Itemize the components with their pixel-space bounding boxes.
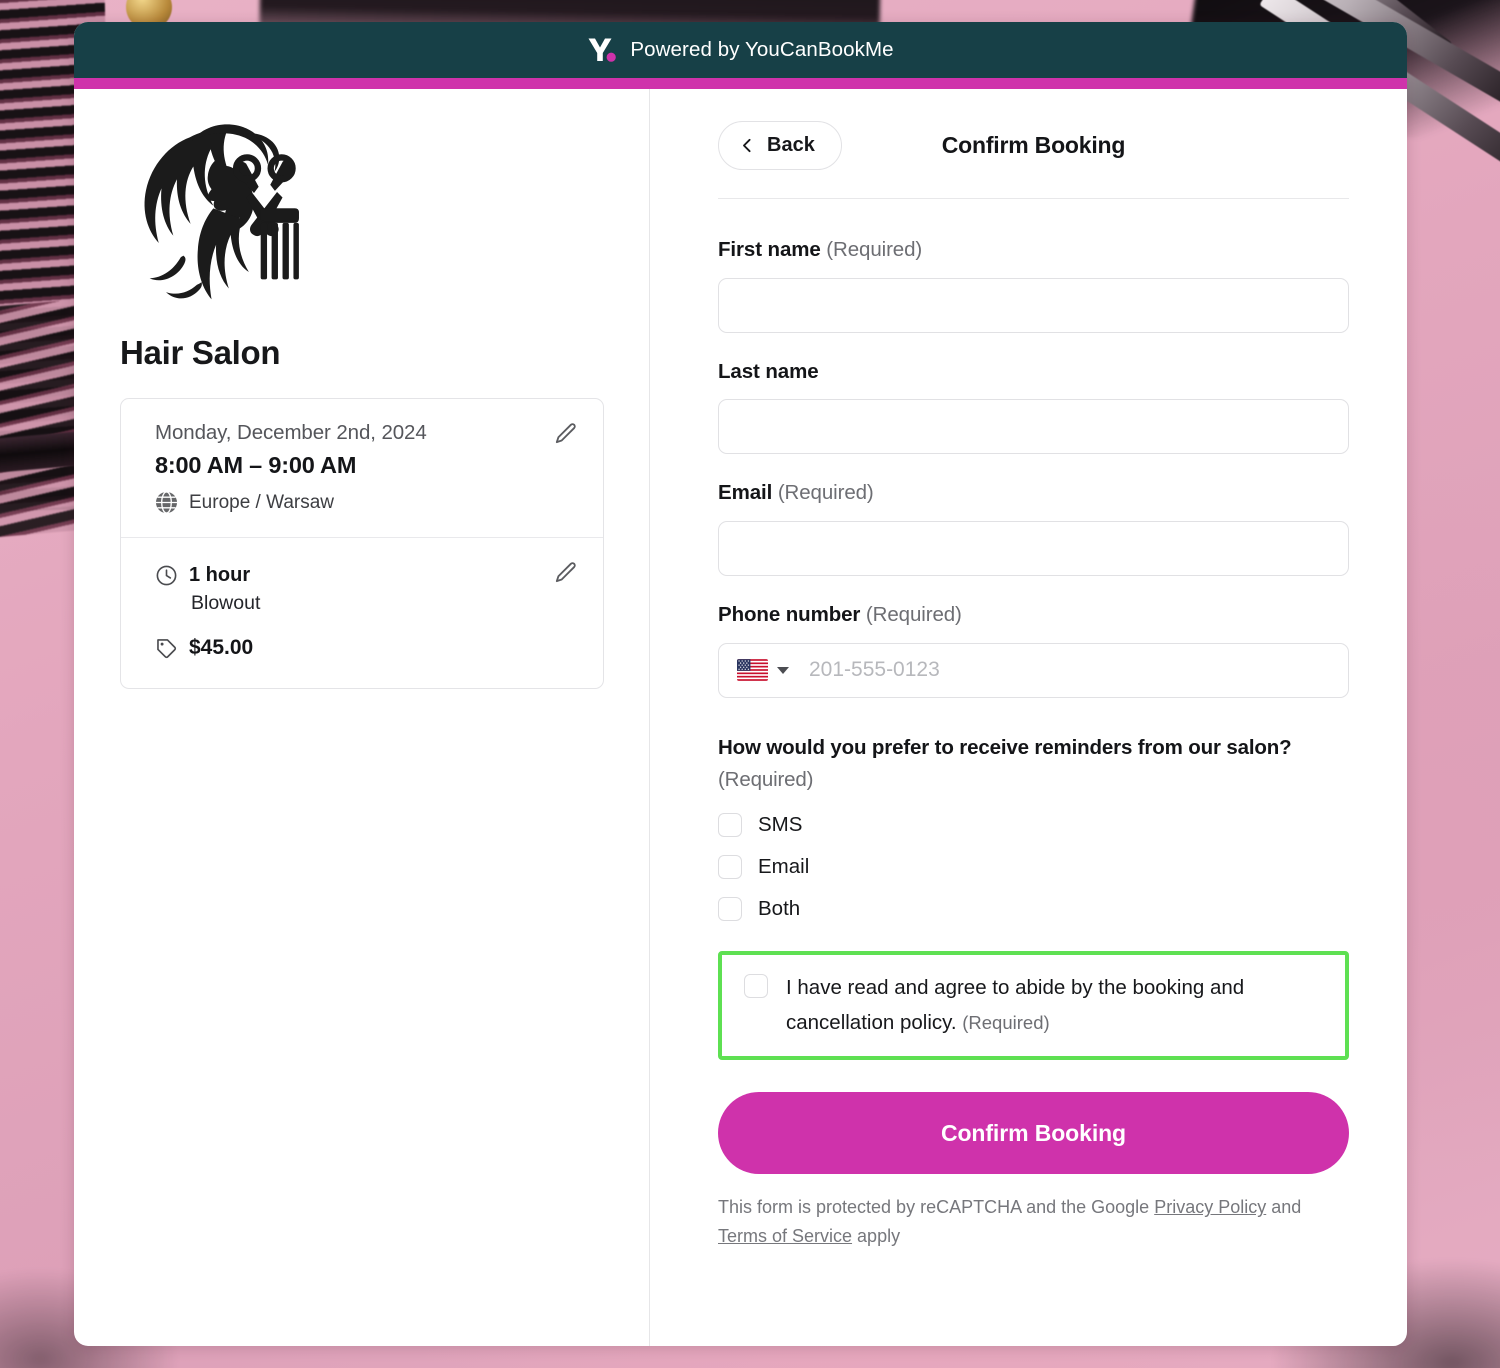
recaptcha-lead-text: This form is protected by reCAPTCHA and … bbox=[718, 1197, 1155, 1218]
pencil-icon bbox=[555, 423, 576, 444]
checkbox-policy-agreement[interactable] bbox=[744, 974, 768, 999]
booking-service-section: 1 hour Blowout $45.00 bbox=[121, 537, 603, 688]
policy-agreement-label: I have read and agree to abide by the bo… bbox=[786, 971, 1327, 1040]
checkbox-row-sms[interactable]: SMS bbox=[718, 813, 1349, 838]
tag-icon bbox=[157, 638, 177, 658]
field-first-name: First name (Required) bbox=[718, 235, 1349, 333]
checkbox-row-email[interactable]: Email bbox=[718, 855, 1349, 880]
last-name-label-text: Last name bbox=[718, 359, 819, 383]
checkbox-row-both[interactable]: Both bbox=[718, 897, 1349, 922]
booking-form-panel: Back Confirm Booking First name (Require… bbox=[650, 89, 1407, 1346]
confirm-booking-button[interactable]: Confirm Booking bbox=[718, 1092, 1349, 1175]
powered-by-header: Powered by YouCanBookMe bbox=[74, 22, 1407, 78]
booking-timezone: Europe / Warsaw bbox=[189, 491, 335, 513]
first-name-label: First name (Required) bbox=[718, 235, 1349, 265]
phone-label: Phone number (Required) bbox=[718, 600, 1349, 630]
booking-form: First name (Required) Last name Email (R… bbox=[718, 199, 1349, 1252]
us-flag-icon bbox=[737, 659, 768, 682]
booking-details-card: Monday, December 2nd, 2024 8:00 AM – 9:0… bbox=[120, 398, 604, 689]
checkbox-email[interactable] bbox=[718, 855, 742, 880]
recaptcha-notice: This form is protected by reCAPTCHA and … bbox=[718, 1193, 1343, 1251]
phone-number-input[interactable] bbox=[795, 643, 1348, 697]
phone-required: (Required) bbox=[865, 603, 962, 627]
youcanbookme-y-logo-icon bbox=[588, 38, 617, 62]
recaptcha-tail-text: apply bbox=[852, 1226, 901, 1247]
powered-by-label: Powered by YouCanBookMe bbox=[630, 38, 894, 61]
field-email: Email (Required) bbox=[718, 478, 1349, 577]
phone-input-group bbox=[718, 642, 1349, 698]
reminder-required: (Required) bbox=[718, 767, 814, 791]
booking-time-range: 8:00 AM – 9:00 AM bbox=[155, 452, 357, 478]
field-phone-number: Phone number (Required) bbox=[718, 600, 1349, 698]
accent-stripe bbox=[74, 78, 1407, 89]
chevron-left-icon bbox=[743, 138, 751, 152]
first-name-required: (Required) bbox=[826, 238, 923, 261]
checkbox-label-both: Both bbox=[758, 897, 801, 921]
email-required: (Required) bbox=[777, 481, 874, 505]
country-code-selector[interactable] bbox=[719, 644, 795, 697]
first-name-input[interactable] bbox=[718, 277, 1349, 333]
policy-required: (Required) bbox=[962, 1011, 1050, 1033]
back-label: Back bbox=[767, 133, 815, 156]
last-name-input[interactable] bbox=[718, 399, 1349, 455]
sidebar-panel: Hair Salon Monday, December 2nd, 2024 8:… bbox=[74, 89, 650, 1346]
last-name-label: Last name bbox=[718, 357, 1349, 387]
checkbox-sms[interactable] bbox=[718, 813, 742, 838]
policy-agreement-row[interactable]: I have read and agree to abide by the bo… bbox=[718, 951, 1349, 1061]
back-button[interactable]: Back bbox=[718, 120, 842, 170]
field-last-name: Last name bbox=[718, 357, 1349, 455]
reminder-preference-group: How would you prefer to receive reminder… bbox=[718, 732, 1349, 922]
booking-duration: 1 hour bbox=[189, 564, 251, 586]
email-label-text: Email bbox=[718, 481, 773, 505]
salon-name: Hair Salon bbox=[120, 334, 281, 371]
email-label: Email (Required) bbox=[718, 478, 1349, 508]
hair-salon-logo-icon bbox=[144, 124, 299, 300]
email-input[interactable] bbox=[718, 521, 1349, 577]
privacy-policy-link[interactable]: Privacy Policy bbox=[1154, 1197, 1266, 1217]
reminder-question-text: How would you prefer to receive reminder… bbox=[718, 735, 1292, 759]
globe-icon bbox=[155, 491, 178, 514]
phone-label-text: Phone number bbox=[718, 603, 861, 627]
terms-of-service-link[interactable]: Terms of Service bbox=[718, 1226, 852, 1246]
recaptcha-middle-text: and bbox=[1266, 1197, 1302, 1218]
booking-datetime-section: Monday, December 2nd, 2024 8:00 AM – 9:0… bbox=[121, 399, 603, 537]
clock-icon bbox=[156, 565, 177, 586]
booking-date: Monday, December 2nd, 2024 bbox=[155, 421, 427, 444]
edit-datetime-button[interactable] bbox=[553, 421, 581, 449]
edit-service-button[interactable] bbox=[553, 560, 581, 588]
booking-card: Powered by YouCanBookMe Hair Salon Monda… bbox=[74, 22, 1407, 1346]
booking-price: $45.00 bbox=[189, 636, 254, 659]
checkbox-label-sms: SMS bbox=[758, 813, 803, 837]
checkbox-both[interactable] bbox=[718, 897, 742, 922]
booking-service-name: Blowout bbox=[191, 592, 261, 614]
chevron-down-icon bbox=[777, 666, 789, 674]
first-name-label-text: First name bbox=[718, 238, 821, 261]
reminder-question-label: How would you prefer to receive reminder… bbox=[718, 732, 1349, 796]
checkbox-label-email: Email bbox=[758, 855, 810, 879]
pencil-icon bbox=[555, 562, 576, 583]
